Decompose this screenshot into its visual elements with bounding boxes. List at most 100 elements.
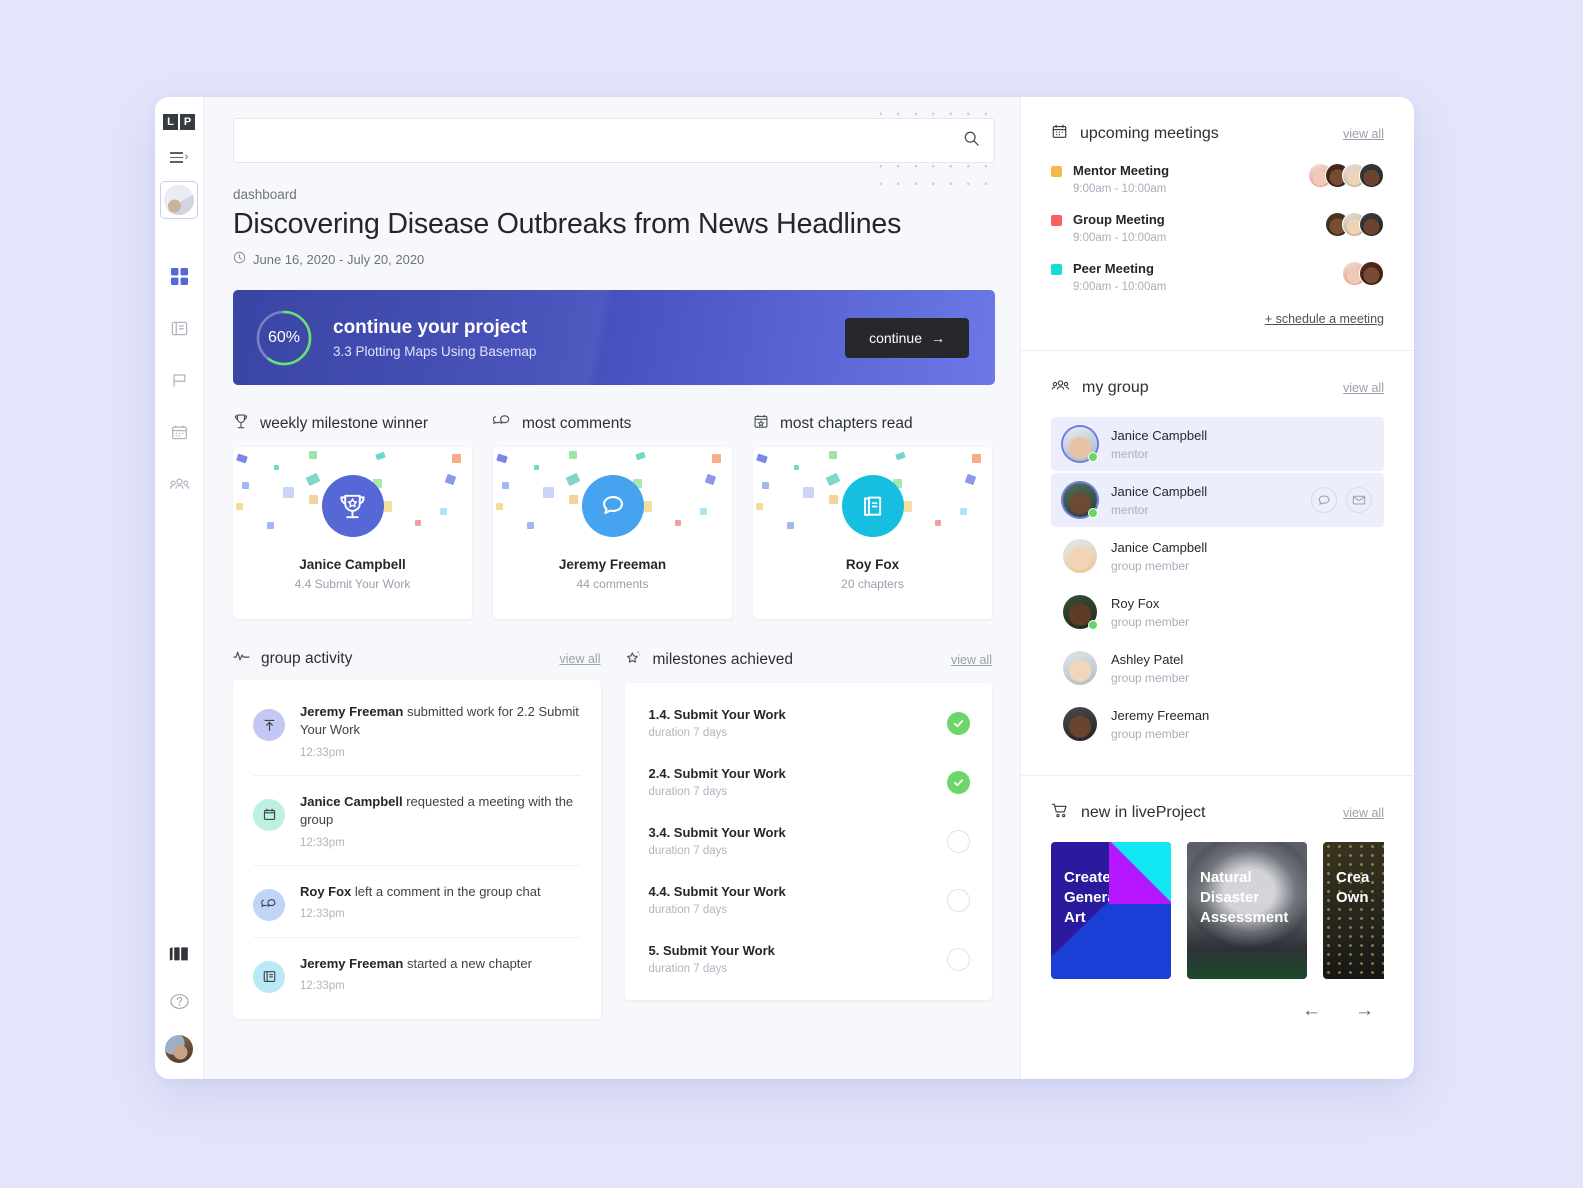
sidebar-item-dashboard[interactable] (166, 263, 192, 289)
milestone-label: 4.4. Submit Your Work (648, 884, 786, 899)
milestone-text: 2.4. Submit Your Work duration 7 days (649, 766, 786, 798)
milestone-label: 2.4. Submit Your Work (648, 766, 786, 781)
envelope-icon[interactable] (1346, 487, 1372, 513)
people-icon (1051, 377, 1070, 399)
avatar (1063, 483, 1098, 518)
list-item[interactable]: Jeremy Freeman started a new chapter 12:… (253, 938, 581, 1009)
page-title: Discovering Disease Outbreaks from News … (233, 208, 902, 240)
comments-icon (253, 888, 285, 921)
liveproject-card-title: Crea Own (1336, 869, 1370, 906)
list-item[interactable]: 4.4. Submit Your Work duration 7 days (649, 870, 970, 929)
award-detail: 44 comments (576, 577, 649, 591)
group-member-row[interactable]: Janice Campbell mentor (1051, 473, 1384, 527)
lower-row: group activity view all Jeremy Freeman s… (233, 649, 992, 1019)
star-sparkle-icon (625, 649, 642, 671)
group-activity-section: group activity view all Jeremy Freeman s… (233, 649, 601, 1019)
activity-body: Janice Campbell requested a meeting with… (300, 793, 581, 849)
arrow-right-icon[interactable]: → (1355, 1001, 1374, 1020)
breadcrumb[interactable]: dashboard (233, 187, 992, 202)
award-card[interactable]: Jeremy Freeman 44 comments (493, 447, 732, 619)
liveproject-card[interactable]: Natural Disaster Assessment (1187, 842, 1307, 979)
member-text: Janice Campbell mentor (1111, 428, 1207, 461)
sidebar-item-chapters[interactable] (166, 315, 192, 341)
sidebar-item-milestones[interactable] (166, 367, 192, 393)
search-input[interactable] (248, 133, 963, 148)
milestone-label: 1.4. Submit Your Work (648, 707, 786, 722)
milestones-view-all[interactable]: view all (951, 653, 992, 667)
my-group-view-all[interactable]: view all (1343, 381, 1384, 395)
banner-subtitle: 3.3 Plotting Maps Using Basemap (333, 343, 537, 359)
book-calendar-icon (753, 413, 769, 435)
award-winner-name: Jeremy Freeman (558, 557, 667, 572)
schedule-meeting-row: + schedule a meeting (1051, 310, 1384, 328)
award-most-chapters-read: most chapters read Roy Fox 20 chapters (753, 413, 992, 619)
trophy-badge-icon (321, 475, 384, 537)
activity-list: Jeremy Freeman submitted work for 2.2 Su… (233, 680, 601, 1019)
list-item[interactable]: Roy Fox left a comment in the group chat… (253, 866, 581, 938)
speech-bubble-icon (581, 475, 644, 537)
meeting-item[interactable]: Mentor Meeting 9:00am - 10:00am (1051, 163, 1384, 195)
sidebar-item-calendar[interactable] (166, 419, 192, 445)
activity-time: 12:33pm (300, 908, 345, 921)
member-text: Roy Fox group member (1111, 596, 1189, 629)
meeting-text: Mentor Meeting 9:00am - 10:00am (1073, 163, 1169, 195)
list-item[interactable]: 1.4. Submit Your Work duration 7 days (648, 693, 970, 752)
milestone-duration: duration 7 days (648, 786, 728, 798)
meeting-item[interactable]: Group Meeting 9:00am - 10:00am (1051, 212, 1384, 244)
section-title: my group (1082, 379, 1149, 396)
menu-toggle-icon[interactable]: › (169, 151, 189, 163)
library-icon[interactable] (166, 941, 192, 967)
help-icon[interactable] (166, 988, 192, 1014)
search-bar[interactable] (233, 118, 995, 163)
logo-letter-l: L (163, 114, 178, 130)
award-card[interactable]: Roy Fox 20 chapters (753, 447, 992, 619)
group-member-row[interactable]: Roy Fox group member (1051, 585, 1384, 639)
list-item[interactable]: 5. Submit Your Work duration 7 days (648, 929, 970, 988)
group-member-row[interactable]: Jeremy Freeman group member (1051, 697, 1384, 751)
schedule-a-meeting-link[interactable]: + schedule a meeting (1265, 312, 1384, 326)
list-item[interactable]: 2.4. Submit Your Work duration 7 days (649, 752, 970, 811)
section-title: group activity (261, 649, 353, 667)
award-detail: 20 chapters (841, 577, 904, 591)
activity-text: Jeremy Freeman started a new chapter (300, 955, 581, 973)
liveproject-view-all[interactable]: view all (1343, 806, 1384, 820)
app-logo[interactable]: L P (163, 114, 195, 130)
sidebar-item-group[interactable] (166, 471, 192, 497)
section-title: most comments (522, 415, 632, 432)
list-item[interactable]: Janice Campbell requested a meeting with… (253, 776, 581, 866)
liveproject-card[interactable]: Create Generative Art (1051, 842, 1171, 979)
continue-button[interactable]: continue → (845, 317, 969, 358)
milestone-label: 5. Submit Your Work (648, 943, 775, 958)
list-item[interactable]: Jeremy Freeman submitted work for 2.2 Su… (253, 686, 581, 776)
group-member-row[interactable]: Janice Campbell group member (1051, 529, 1384, 583)
search-icon[interactable] (963, 130, 980, 152)
group-member-row[interactable]: Janice Campbell mentor (1051, 417, 1384, 471)
arrow-left-icon[interactable]: ← (1302, 1001, 1321, 1020)
rail-bottom (165, 941, 193, 1063)
user-avatar[interactable] (165, 1035, 193, 1063)
activity-actor: Roy Fox (300, 883, 352, 899)
group-member-row[interactable]: Ashley Patel group member (1051, 641, 1384, 695)
online-status-dot (1088, 508, 1098, 518)
group-activity-view-all[interactable]: view all (560, 652, 601, 666)
liveproject-card[interactable]: Crea Own (1323, 842, 1384, 979)
new-in-liveproject-section: new in liveProject view all Create Gener… (1021, 776, 1414, 1042)
project-thumbnail-image (164, 185, 194, 215)
calendar-icon (253, 798, 285, 831)
liveproject-card-title: Create Generative Art (1064, 869, 1142, 926)
member-role: group member (1111, 670, 1190, 685)
milestone-text: 4.4. Submit Your Work duration 7 days (649, 884, 786, 916)
progress-ring: 60% (254, 308, 314, 368)
section-header: most comments (492, 413, 732, 435)
chat-bubble-icon[interactable] (1311, 487, 1337, 513)
award-card[interactable]: Janice Campbell 4.4 Submit Your Work (233, 447, 472, 619)
list-item[interactable]: 3.4. Submit Your Work duration 7 days (649, 811, 970, 870)
meetings-view-all[interactable]: view all (1343, 127, 1384, 141)
award-winner-name: Roy Fox (845, 557, 900, 572)
meeting-title: Peer Meeting (1073, 261, 1154, 276)
chevron-right-icon: › (184, 151, 189, 163)
project-thumbnail[interactable] (160, 181, 198, 219)
liveproject-carousel: Create Generative Art Natural Disaster A… (1051, 842, 1384, 979)
clock-icon (233, 251, 246, 267)
meeting-item[interactable]: Peer Meeting 9:00am - 10:00am (1051, 261, 1384, 293)
